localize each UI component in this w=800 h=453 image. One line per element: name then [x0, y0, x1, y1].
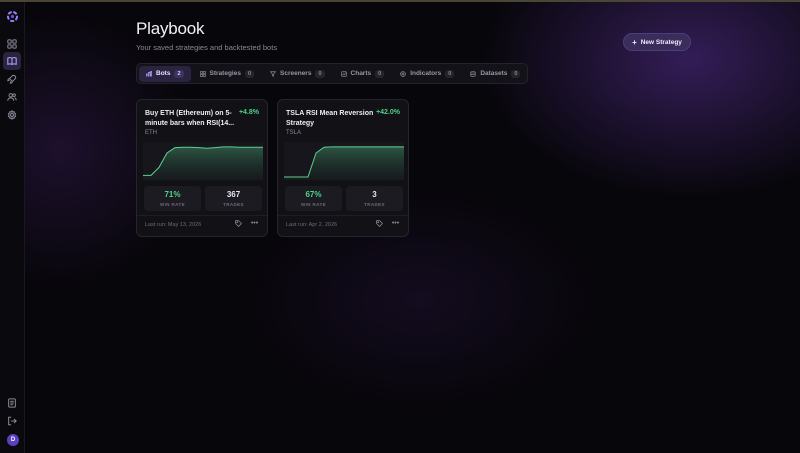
- new-strategy-button[interactable]: + New Strategy: [623, 33, 691, 51]
- plus-icon: +: [632, 37, 637, 47]
- trades-stat: 3 TRADES: [346, 186, 403, 211]
- more-options-icon[interactable]: •••: [250, 219, 259, 228]
- dashboard-icon: [7, 39, 17, 49]
- logout-icon: [8, 416, 17, 426]
- gear-icon: [7, 110, 17, 120]
- tab-label: Bots: [156, 70, 171, 77]
- bot-card-last-run: Last run: May 13, 2026: [145, 222, 202, 228]
- book-icon: [7, 57, 17, 66]
- card-actions: •••: [234, 219, 259, 228]
- bot-card-ticker: TSLA: [286, 130, 302, 136]
- sidebar-item-users[interactable]: [3, 88, 21, 106]
- tab-indicators[interactable]: Indicators 0: [393, 66, 461, 82]
- trades-value: 367: [226, 190, 241, 199]
- chart-icon: [340, 70, 347, 77]
- sidebar-item-settings[interactable]: [3, 106, 21, 124]
- tab-count-badge: 2: [174, 69, 184, 78]
- grid-icon: [199, 70, 206, 77]
- rocket-icon: [7, 74, 17, 84]
- avatar[interactable]: D: [7, 434, 19, 446]
- document-icon: [8, 398, 16, 408]
- tab-screeners[interactable]: Screeners 0: [263, 66, 332, 82]
- trades-value: 3: [372, 190, 377, 199]
- tab-bar: Bots 2 Strategies 0 Screeners 0 Charts 0…: [136, 63, 528, 84]
- bot-card-title: Buy ETH (Ethereum) on 5-minute bars when…: [145, 110, 235, 127]
- win-rate-stat: 71% WIN RATE: [144, 186, 201, 211]
- tab-count-badge: 0: [315, 69, 325, 78]
- app-logo-icon[interactable]: [6, 10, 19, 23]
- tab-datasets[interactable]: Datasets 0: [463, 66, 527, 82]
- card-divider: [137, 215, 267, 216]
- win-rate-label: WIN RATE: [159, 202, 186, 207]
- bot-card-last-run: Last run: Apr 2, 2026: [286, 222, 338, 228]
- sidebar-item-playbook[interactable]: [3, 52, 21, 70]
- page-title: Playbook: [136, 19, 205, 38]
- win-rate-value: 67%: [305, 190, 322, 199]
- equity-curve-chart: [284, 142, 404, 180]
- tag-icon[interactable]: [234, 219, 243, 228]
- bot-card-return: +4.8%: [238, 109, 259, 116]
- sidebar-item-dashboard[interactable]: [3, 35, 21, 53]
- filter-icon: [270, 70, 277, 77]
- database-icon: [470, 70, 476, 77]
- sidebar: D: [0, 2, 25, 453]
- tab-label: Datasets: [480, 70, 508, 77]
- tab-bots[interactable]: Bots 2: [139, 65, 191, 82]
- bot-card-title: TSLA RSI Mean Reversion Strategy: [286, 110, 374, 127]
- tab-count-badge: 0: [445, 69, 455, 78]
- trades-stat: 367 TRADES: [205, 186, 262, 211]
- win-rate-value: 71%: [164, 190, 181, 199]
- tag-icon[interactable]: [375, 219, 384, 228]
- tab-count-badge: 0: [244, 69, 255, 78]
- sidebar-item-launch[interactable]: [3, 70, 21, 88]
- bot-icon: [146, 70, 152, 76]
- tab-label: Strategies: [209, 70, 241, 77]
- sidebar-item-logout[interactable]: [3, 412, 21, 430]
- trades-label: TRADES: [364, 202, 385, 207]
- tab-strategies[interactable]: Strategies 0: [193, 66, 262, 82]
- equity-curve-chart: [143, 142, 263, 180]
- tab-label: Charts: [350, 70, 372, 77]
- win-rate-stat: 67% WIN RATE: [285, 186, 342, 211]
- win-rate-label: WIN RATE: [300, 202, 327, 207]
- card-actions: •••: [375, 219, 400, 228]
- card-divider: [278, 215, 408, 216]
- tab-label: Screeners: [280, 70, 312, 77]
- users-icon: [7, 93, 17, 101]
- trades-label: TRADES: [223, 202, 244, 207]
- bot-card-ticker: ETH: [145, 130, 157, 136]
- tab-count-badge: 0: [375, 69, 385, 78]
- bot-card[interactable]: Buy ETH (Ethereum) on 5-minute bars when…: [136, 99, 268, 237]
- more-options-icon[interactable]: •••: [391, 219, 400, 228]
- tab-charts[interactable]: Charts 0: [334, 66, 392, 82]
- page-subtitle: Your saved strategies and backtested bot…: [136, 43, 278, 52]
- bot-card-return: +42.0%: [376, 109, 400, 116]
- window-top-border: [0, 0, 800, 2]
- tab-label: Indicators: [410, 70, 442, 77]
- tab-count-badge: 0: [511, 69, 521, 78]
- new-strategy-label: New Strategy: [640, 38, 682, 46]
- target-icon: [400, 70, 406, 77]
- sidebar-item-docs[interactable]: [3, 394, 21, 412]
- bot-card[interactable]: TSLA RSI Mean Reversion Strategy +42.0% …: [277, 99, 409, 237]
